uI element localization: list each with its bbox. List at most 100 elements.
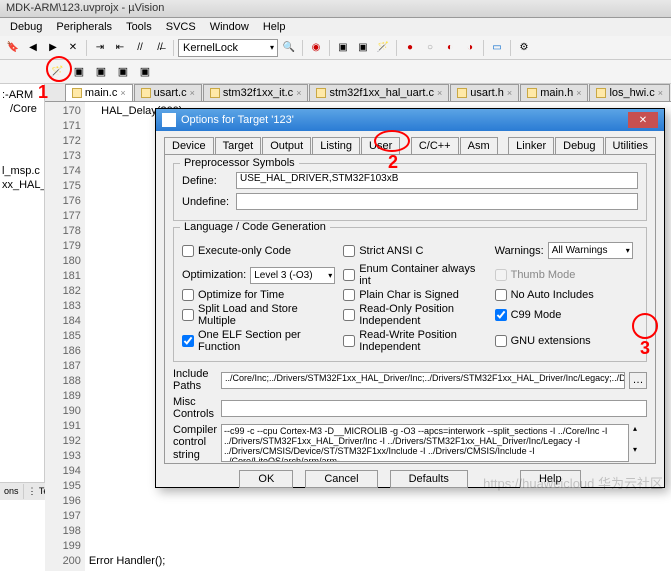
scroll-up-icon[interactable]: ▴ [633, 424, 647, 433]
tree-item[interactable]: :-ARM [2, 88, 42, 102]
undefine-input[interactable] [236, 193, 638, 210]
dialog-icon [162, 113, 176, 127]
file-tab[interactable]: main.h× [520, 84, 588, 101]
tb2-icon-5[interactable]: ▣ [136, 63, 154, 81]
panel-bottom-tabs: ons ⋮ Templates [0, 482, 45, 500]
menu-window[interactable]: Window [204, 20, 255, 34]
tree-item[interactable]: /Core [2, 102, 42, 116]
defaults-button[interactable]: Defaults [390, 470, 468, 488]
dialog-tab-listing[interactable]: Listing [312, 137, 360, 154]
breakpoint-icon[interactable]: ● [401, 39, 419, 57]
tb2-icon-4[interactable]: ▣ [114, 63, 132, 81]
bookmark-prev-icon[interactable]: ◀ [24, 39, 42, 57]
close-icon[interactable]: ✕ [628, 112, 658, 128]
menu-debug[interactable]: Debug [4, 20, 48, 34]
menu-help[interactable]: Help [257, 20, 292, 34]
build-icon[interactable]: ▣ [334, 39, 352, 57]
comment-icon[interactable]: // [131, 39, 149, 57]
scroll-down-icon[interactable]: ▾ [633, 445, 647, 454]
menu-peripherals[interactable]: Peripherals [50, 20, 118, 34]
bookmark-icon[interactable]: 🔖 [4, 39, 22, 57]
close-icon[interactable]: × [120, 88, 125, 98]
define-input[interactable]: USE_HAL_DRIVER,STM32F103xB [236, 172, 638, 189]
warnings-label: Warnings: [495, 245, 544, 257]
file-icon [72, 88, 82, 98]
cancel-button[interactable]: Cancel [305, 470, 377, 488]
find-icon[interactable]: 🔍 [280, 39, 298, 57]
opt-time-check[interactable]: Optimize for Time [182, 289, 335, 301]
gnu-check[interactable]: GNU extensions [495, 329, 638, 353]
wand-icon[interactable]: 🪄 [374, 39, 392, 57]
file-tab[interactable]: main.c× [65, 84, 133, 101]
include-paths-input[interactable]: ../Core/Inc;../Drivers/STM32F1xx_HAL_Dri… [221, 372, 625, 389]
close-icon[interactable]: × [507, 88, 512, 98]
close-icon[interactable]: × [296, 88, 301, 98]
rw-pi-check[interactable]: Read-Write Position Independent [343, 329, 486, 353]
uncomment-icon[interactable]: //̶ [151, 39, 169, 57]
project-panel[interactable]: :-ARM /Core l_msp.c xx_HAL_Driver ons ⋮ … [0, 84, 45, 500]
file-tab[interactable]: usart.h× [450, 84, 519, 101]
debug-icon[interactable]: ◉ [307, 39, 325, 57]
dialog-tab-target[interactable]: Target [215, 137, 262, 154]
strict-ansi-check[interactable]: Strict ANSI C [343, 240, 486, 261]
preprocessor-group: Preprocessor Symbols Define: USE_HAL_DRI… [173, 163, 647, 221]
ro-pi-check[interactable]: Read-Only Position Independent [343, 303, 486, 327]
indent-icon[interactable]: ⇥ [91, 39, 109, 57]
enum-int-check[interactable]: Enum Container always int [343, 263, 486, 287]
optimization-combo[interactable]: Level 3 (-O3) [250, 267, 335, 284]
plain-char-check[interactable]: Plain Char is Signed [343, 289, 486, 301]
window-icon[interactable]: ▭ [488, 39, 506, 57]
bookmark-clear-icon[interactable]: ✕ [64, 39, 82, 57]
exec-only-check[interactable]: Execute-only Code [182, 240, 335, 261]
one-elf-check[interactable]: One ELF Section per Function [182, 329, 335, 353]
misc-controls-input[interactable] [221, 400, 647, 417]
close-icon[interactable]: × [190, 88, 195, 98]
c99-check[interactable]: C99 Mode [495, 303, 638, 327]
breakpoint-killall-icon[interactable]: ◑ [461, 39, 479, 57]
dialog-tab-device[interactable]: Device [164, 137, 214, 154]
panel-tab[interactable]: ⋮ Templates [24, 484, 45, 499]
annotation-label-3: 3 [640, 338, 650, 359]
annotation-label-2: 2 [388, 152, 398, 173]
rebuild-icon[interactable]: ▣ [354, 39, 372, 57]
breakpoint-kill-icon[interactable]: ◐ [441, 39, 459, 57]
include-label: Include Paths [173, 368, 217, 392]
split-load-check[interactable]: Split Load and Store Multiple [182, 303, 335, 327]
ok-button[interactable]: OK [239, 470, 293, 488]
dialog-tab-output[interactable]: Output [262, 137, 311, 154]
file-tab[interactable]: los_hwi.c× [589, 84, 670, 101]
dialog-title-bar[interactable]: Options for Target '123' ✕ [156, 109, 664, 131]
thumb-check[interactable]: Thumb Mode [495, 263, 638, 287]
dialog-body: Preprocessor Symbols Define: USE_HAL_DRI… [164, 154, 656, 464]
dialog-tab-utilities[interactable]: Utilities [605, 137, 656, 154]
find-combo[interactable]: KernelLock [178, 39, 278, 57]
tree-item[interactable]: xx_HAL_Driver [2, 178, 42, 192]
breakpoint-disable-icon[interactable]: ○ [421, 39, 439, 57]
options-target-icon[interactable]: 🪄 [48, 63, 66, 81]
file-icon [316, 88, 326, 98]
warnings-combo[interactable]: All Warnings [548, 242, 633, 259]
include-browse-button[interactable]: … [629, 372, 647, 389]
dialog-tab-cc[interactable]: C/C++ [411, 137, 459, 154]
menu-svcs[interactable]: SVCS [160, 20, 202, 34]
no-auto-check[interactable]: No Auto Includes [495, 289, 638, 301]
file-tab[interactable]: stm32f1xx_hal_uart.c× [309, 84, 449, 101]
menu-tools[interactable]: Tools [120, 20, 158, 34]
close-icon[interactable]: × [437, 88, 442, 98]
tb2-icon-3[interactable]: ▣ [92, 63, 110, 81]
close-icon[interactable]: × [658, 88, 663, 98]
close-icon[interactable]: × [576, 88, 581, 98]
panel-tab[interactable]: ons [0, 484, 24, 499]
config-icon[interactable]: ⚙ [515, 39, 533, 57]
dialog-tab-linker[interactable]: Linker [508, 137, 554, 154]
tree-item[interactable]: l_msp.c [2, 164, 42, 178]
file-tab[interactable]: stm32f1xx_it.c× [203, 84, 309, 101]
dialog-tab-debug[interactable]: Debug [555, 137, 603, 154]
file-tab[interactable]: usart.c× [134, 84, 202, 101]
outdent-icon[interactable]: ⇤ [111, 39, 129, 57]
file-icon [141, 88, 151, 98]
dialog-tab-asm[interactable]: Asm [460, 137, 498, 154]
tb2-icon-2[interactable]: ▣ [70, 63, 88, 81]
line-gutter: 1701711721731741751761771781791801811821… [45, 102, 85, 571]
bookmark-next-icon[interactable]: ▶ [44, 39, 62, 57]
